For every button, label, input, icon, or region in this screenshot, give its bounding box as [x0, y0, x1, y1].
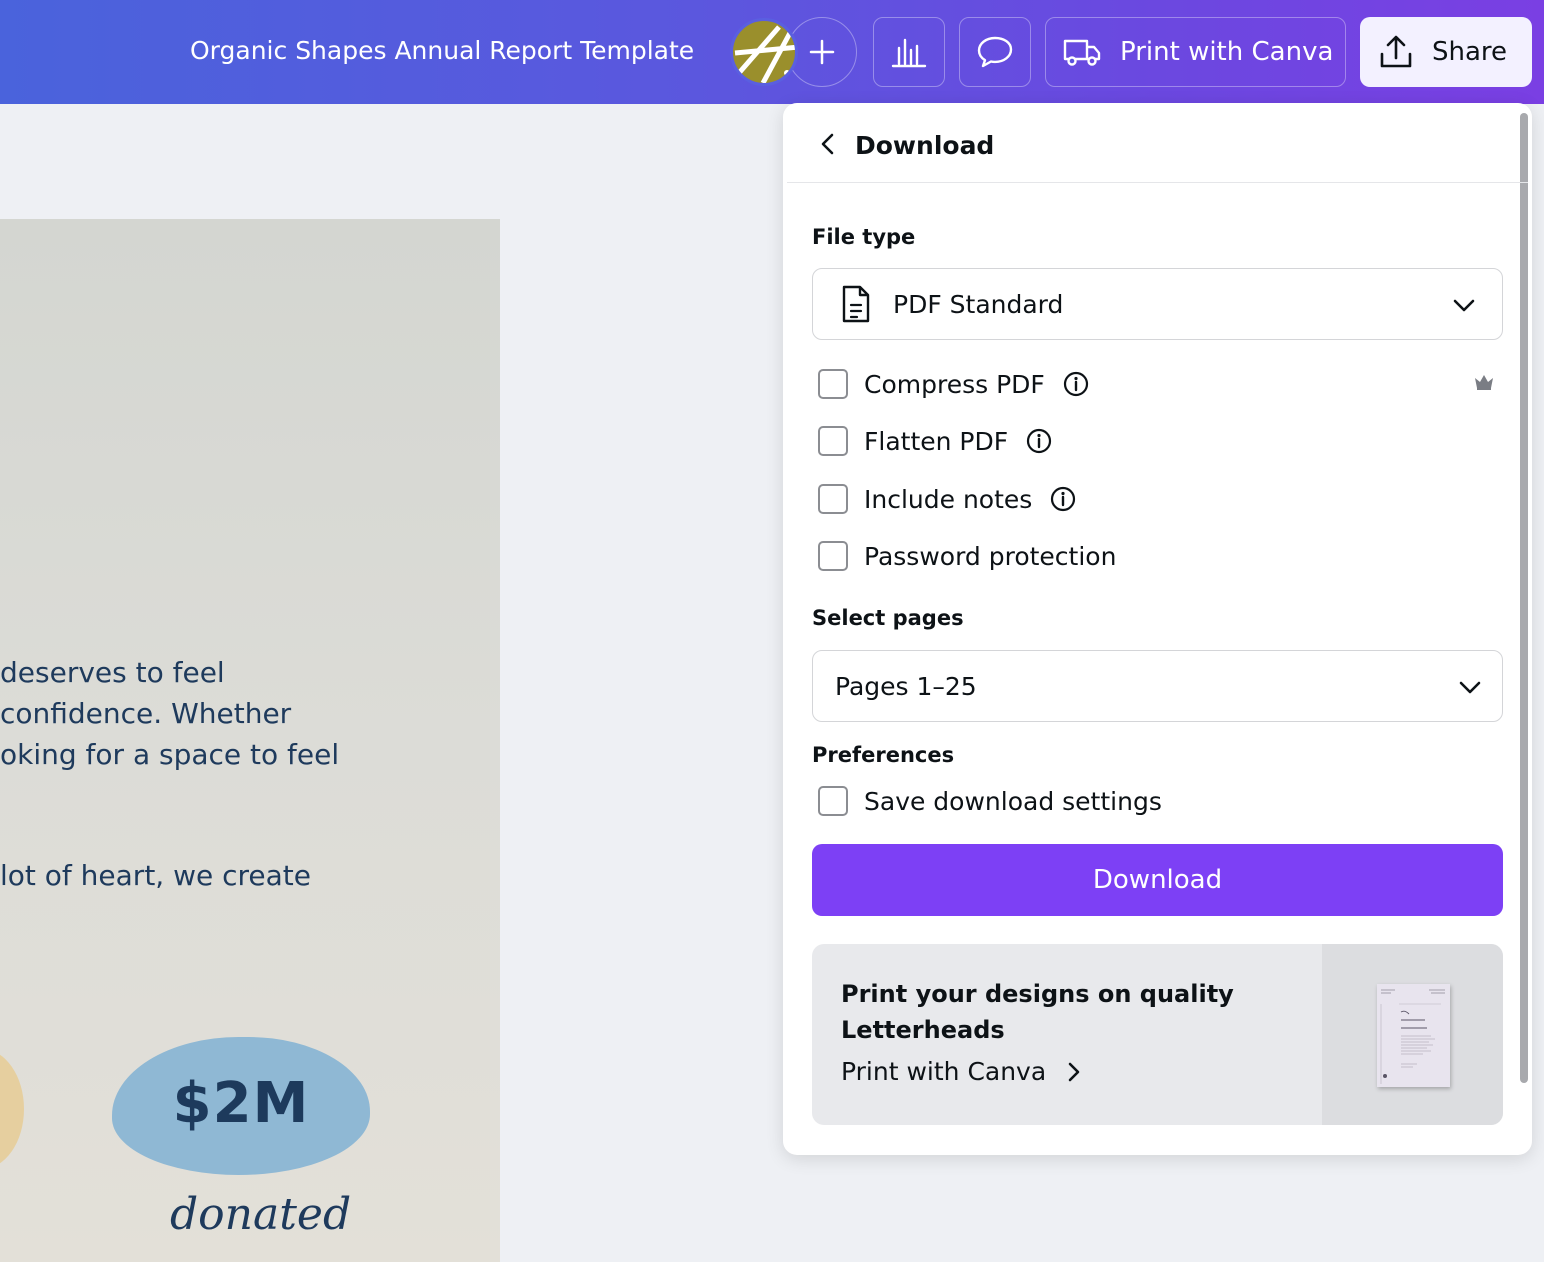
save-download-settings-option[interactable]: Save download settings	[818, 786, 1162, 816]
file-type-label: File type	[812, 225, 916, 249]
document-title[interactable]: Organic Shapes Annual Report Template	[190, 36, 694, 65]
preferences-label: Preferences	[812, 743, 955, 767]
stat-value: $2M	[172, 1071, 310, 1136]
flatten-pdf-label: Flatten PDF	[864, 426, 1009, 456]
letterhead-preview-image	[1322, 944, 1503, 1125]
include-notes-label: Include notes	[864, 484, 1033, 514]
file-type-value: PDF Standard	[893, 289, 1064, 319]
back-chevron-icon[interactable]	[815, 131, 841, 157]
compress-pdf-option[interactable]: Compress PDF	[818, 369, 1089, 399]
truck-icon	[1063, 39, 1101, 66]
body-text-line: confidence. Whether	[0, 697, 292, 730]
save-download-settings-label: Save download settings	[864, 786, 1162, 816]
download-button[interactable]: Download	[812, 844, 1503, 916]
file-type-select[interactable]: PDF Standard	[812, 268, 1503, 340]
insights-button[interactable]	[873, 17, 945, 87]
info-icon[interactable]	[1063, 371, 1089, 397]
flatten-pdf-option[interactable]: Flatten PDF	[818, 426, 1052, 456]
compress-pdf-checkbox[interactable]	[818, 369, 848, 399]
share-label: Share	[1432, 37, 1508, 67]
design-page[interactable]: deserves to feel confidence. Whether oki…	[0, 219, 500, 1262]
password-protection-option[interactable]: Password protection	[818, 541, 1116, 571]
document-icon	[842, 285, 870, 323]
crown-icon	[1475, 375, 1493, 390]
print-promo-card[interactable]: Print your designs on quality Letterhead…	[812, 944, 1503, 1125]
save-download-settings-checkbox[interactable]	[818, 786, 848, 816]
comments-button[interactable]	[959, 17, 1031, 87]
include-notes-option[interactable]: Include notes	[818, 484, 1076, 514]
compress-pdf-label: Compress PDF	[864, 369, 1045, 399]
pages-select[interactable]: Pages 1–25	[812, 650, 1503, 722]
top-bar: Organic Shapes Annual Report Template Pr…	[0, 0, 1544, 104]
promo-link[interactable]: Print with Canva	[841, 1057, 1082, 1086]
panel-title: Download	[855, 131, 995, 160]
info-icon[interactable]	[1026, 428, 1052, 454]
share-button[interactable]: Share	[1360, 17, 1532, 87]
panel-header: Download	[787, 103, 1528, 183]
select-pages-label: Select pages	[812, 606, 964, 630]
download-panel: Download File type PDF Standard Compress…	[783, 103, 1532, 1155]
chevron-down-icon	[1459, 681, 1481, 694]
avatar[interactable]	[730, 18, 798, 86]
stat-label: donated	[170, 1189, 352, 1240]
body-text-line: oking for a space to feel	[0, 738, 340, 771]
password-protection-label: Password protection	[864, 541, 1117, 571]
password-protection-checkbox[interactable]	[818, 541, 848, 571]
letterhead-mockup	[1377, 984, 1450, 1087]
bar-chart-icon	[891, 38, 927, 68]
print-with-canva-label: Print with Canva	[1120, 37, 1334, 67]
pages-value: Pages 1–25	[835, 671, 977, 701]
plus-icon	[809, 39, 835, 65]
info-icon[interactable]	[1050, 486, 1076, 512]
include-notes-checkbox[interactable]	[818, 484, 848, 514]
promo-link-label: Print with Canva	[841, 1057, 1047, 1086]
promo-title: Print your designs on quality Letterhead…	[841, 980, 1234, 1044]
panel-scrollbar[interactable]	[1520, 113, 1528, 1083]
tan-blob-shape	[0, 1049, 24, 1169]
print-with-canva-button[interactable]: Print with Canva	[1045, 17, 1346, 87]
body-text-line: deserves to feel	[0, 656, 225, 689]
body-text-line: lot of heart, we create	[0, 859, 312, 892]
comment-icon	[977, 36, 1013, 68]
chevron-down-icon	[1453, 299, 1475, 312]
avatar-logo-icon	[734, 25, 795, 83]
chevron-right-icon	[1068, 1062, 1080, 1081]
upload-icon	[1380, 35, 1412, 68]
flatten-pdf-checkbox[interactable]	[818, 426, 848, 456]
